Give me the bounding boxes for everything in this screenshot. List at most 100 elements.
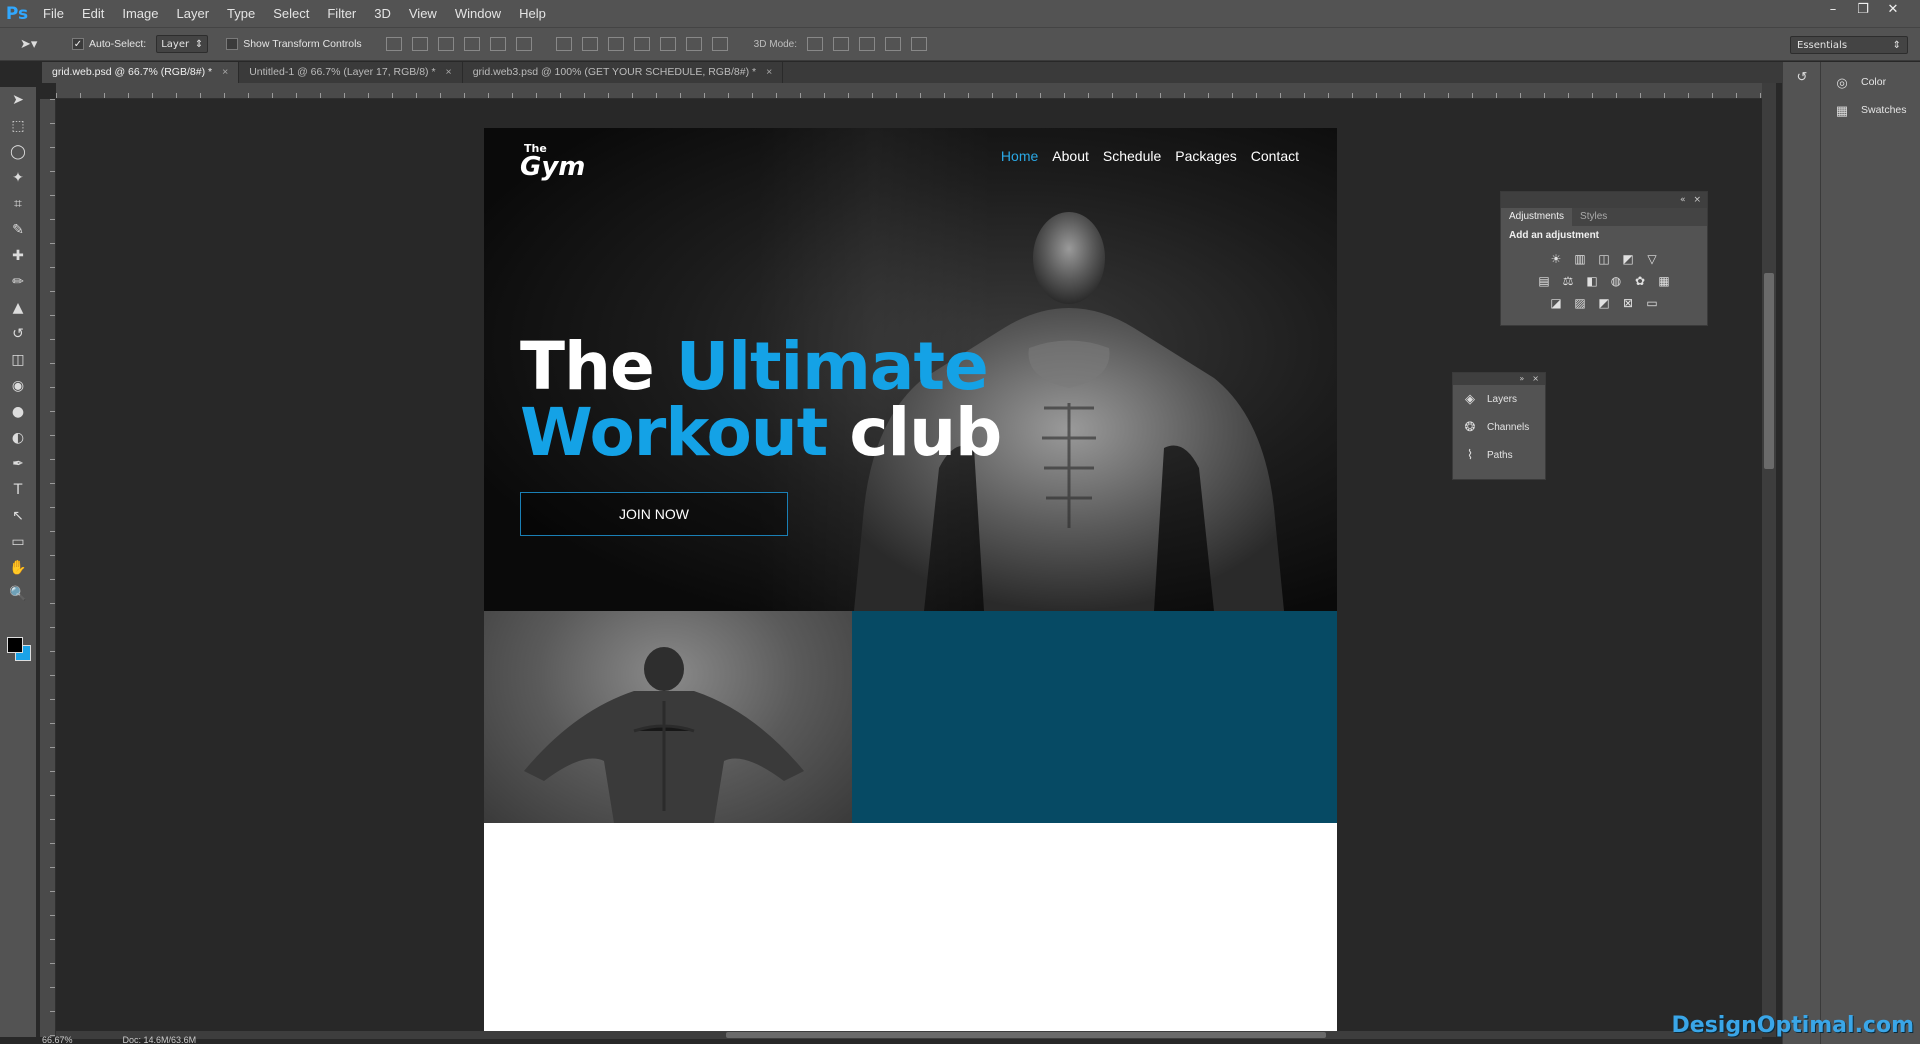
3d-orbit-icon[interactable] xyxy=(807,37,824,51)
menu-filter[interactable]: Filter xyxy=(318,0,365,27)
auto-select-dropdown[interactable]: Layer ⇕ xyxy=(156,35,209,53)
menu-window[interactable]: Window xyxy=(446,0,510,27)
show-transform-checkbox[interactable]: Show Transform Controls xyxy=(226,38,362,50)
align-right-icon[interactable] xyxy=(515,37,532,51)
move-tool-icon[interactable]: ➤ xyxy=(0,87,36,113)
horizontal-ruler[interactable] xyxy=(56,83,1766,99)
healing-tool-icon[interactable]: ✚ xyxy=(0,243,36,269)
menu-select[interactable]: Select xyxy=(264,0,318,27)
distribute-top-icon[interactable] xyxy=(555,37,572,51)
nav-home[interactable]: Home xyxy=(1001,148,1038,164)
distribute-right-icon[interactable] xyxy=(685,37,702,51)
panel-header[interactable]: » × xyxy=(1453,373,1545,385)
close-icon[interactable]: × xyxy=(1532,373,1539,385)
tab-grid-web3[interactable]: grid.web3.psd @ 100% (GET YOUR SCHEDULE,… xyxy=(463,62,784,83)
align-top-icon[interactable] xyxy=(385,37,402,51)
nav-packages[interactable]: Packages xyxy=(1175,148,1236,164)
menu-edit[interactable]: Edit xyxy=(73,0,113,27)
eraser-tool-icon[interactable]: ◫ xyxy=(0,347,36,373)
vertical-ruler[interactable] xyxy=(40,99,56,1037)
workspace-dropdown[interactable]: Essentials ⇕ xyxy=(1790,36,1908,54)
menu-layer[interactable]: Layer xyxy=(168,0,219,27)
menu-help[interactable]: Help xyxy=(510,0,555,27)
document-canvas[interactable]: The Gym Home About Schedule Packages Con… xyxy=(484,128,1337,1031)
join-now-button[interactable]: JOIN NOW xyxy=(520,492,788,536)
history-panel-button[interactable]: ↺ xyxy=(1783,62,1820,90)
menu-type[interactable]: Type xyxy=(218,0,264,27)
align-bottom-icon[interactable] xyxy=(437,37,454,51)
paint-bucket-tool-icon[interactable]: ◉ xyxy=(0,373,36,399)
3d-pan-icon[interactable] xyxy=(859,37,876,51)
channel-mixer-icon[interactable]: ✿ xyxy=(1632,273,1648,289)
distribute-bottom-icon[interactable] xyxy=(607,37,624,51)
swatches-panel-button[interactable]: ▦ Swatches xyxy=(1821,96,1920,124)
type-tool-icon[interactable]: T xyxy=(0,477,36,503)
pen-tool-icon[interactable]: ✒ xyxy=(0,451,36,477)
photo-filter-icon[interactable]: ◍ xyxy=(1608,273,1624,289)
distribute-vcenter-icon[interactable] xyxy=(581,37,598,51)
magic-wand-tool-icon[interactable]: ✦ xyxy=(0,165,36,191)
curves-icon[interactable]: ◫ xyxy=(1596,251,1612,267)
black-white-icon[interactable]: ◧ xyxy=(1584,273,1600,289)
zoom-level[interactable]: 66.67% xyxy=(42,1036,73,1044)
channels-panel-button[interactable]: ❂ Channels xyxy=(1453,413,1545,441)
history-brush-tool-icon[interactable]: ↺ xyxy=(0,321,36,347)
horizontal-scroll-thumb[interactable] xyxy=(726,1032,1326,1038)
3d-roll-icon[interactable] xyxy=(833,37,850,51)
hue-saturation-icon[interactable]: ▤ xyxy=(1536,273,1552,289)
move-tool-preset-icon[interactable]: ➤▾ xyxy=(20,37,60,52)
close-button[interactable]: ✕ xyxy=(1880,0,1906,18)
vertical-scrollbar[interactable] xyxy=(1762,83,1776,1037)
dodge-tool-icon[interactable]: ◐ xyxy=(0,425,36,451)
eyedropper-tool-icon[interactable]: ✎ xyxy=(0,217,36,243)
restore-button[interactable]: ❐ xyxy=(1850,0,1876,18)
tab-close-icon[interactable]: × xyxy=(446,62,452,83)
color-balance-icon[interactable]: ⚖ xyxy=(1560,273,1576,289)
tab-close-icon[interactable]: × xyxy=(766,62,772,83)
expand-icon[interactable]: » xyxy=(1519,373,1524,385)
zoom-tool-icon[interactable]: 🔍 xyxy=(0,581,36,607)
auto-align-icon[interactable] xyxy=(711,37,728,51)
panel-header[interactable]: « × xyxy=(1501,192,1707,208)
crop-tool-icon[interactable]: ⌗ xyxy=(0,191,36,217)
invert-icon[interactable]: ◪ xyxy=(1548,295,1564,311)
levels-icon[interactable]: ▥ xyxy=(1572,251,1588,267)
threshold-icon[interactable]: ◩ xyxy=(1596,295,1612,311)
distribute-left-icon[interactable] xyxy=(633,37,650,51)
align-vcenter-icon[interactable] xyxy=(411,37,428,51)
gradient-map-icon[interactable]: ▭ xyxy=(1644,295,1660,311)
menu-3d[interactable]: 3D xyxy=(365,0,400,27)
lasso-tool-icon[interactable]: ◯ xyxy=(0,139,36,165)
brush-tool-icon[interactable]: ✏ xyxy=(0,269,36,295)
nav-contact[interactable]: Contact xyxy=(1251,148,1299,164)
vertical-scroll-thumb[interactable] xyxy=(1764,273,1774,469)
align-left-icon[interactable] xyxy=(463,37,480,51)
tab-grid-web[interactable]: grid.web.psd @ 66.7% (RGB/8#) * × xyxy=(42,62,240,83)
auto-select-checkbox[interactable]: ✓ Auto-Select: xyxy=(72,38,146,50)
marquee-tool-icon[interactable]: ⬚ xyxy=(0,113,36,139)
shape-tool-icon[interactable]: ▭ xyxy=(0,529,36,555)
3d-scale-icon[interactable] xyxy=(911,37,928,51)
hand-tool-icon[interactable]: ✋ xyxy=(0,555,36,581)
color-lookup-icon[interactable]: ▦ xyxy=(1656,273,1672,289)
align-hcenter-icon[interactable] xyxy=(489,37,506,51)
paths-panel-button[interactable]: ⌇ Paths xyxy=(1453,441,1545,469)
selective-color-icon[interactable]: ⊠ xyxy=(1620,295,1636,311)
blur-tool-icon[interactable]: ● xyxy=(0,399,36,425)
nav-about[interactable]: About xyxy=(1052,148,1089,164)
tab-adjustments[interactable]: Adjustments xyxy=(1501,208,1573,226)
vibrance-icon[interactable]: ▽ xyxy=(1644,251,1660,267)
3d-slide-icon[interactable] xyxy=(885,37,902,51)
color-panel-button[interactable]: ◎ Color xyxy=(1821,68,1920,96)
brightness-icon[interactable]: ☀ xyxy=(1548,251,1564,267)
tab-untitled-1[interactable]: Untitled-1 @ 66.7% (Layer 17, RGB/8) * × xyxy=(239,62,463,83)
menu-file[interactable]: File xyxy=(34,0,73,27)
stamp-tool-icon[interactable]: ▲ xyxy=(0,295,36,321)
menu-view[interactable]: View xyxy=(400,0,446,27)
menu-image[interactable]: Image xyxy=(113,0,167,27)
foreground-color-swatch[interactable] xyxy=(7,637,23,653)
collapse-icon[interactable]: « xyxy=(1680,192,1686,208)
exposure-icon[interactable]: ◩ xyxy=(1620,251,1636,267)
posterize-icon[interactable]: ▨ xyxy=(1572,295,1588,311)
distribute-hcenter-icon[interactable] xyxy=(659,37,676,51)
